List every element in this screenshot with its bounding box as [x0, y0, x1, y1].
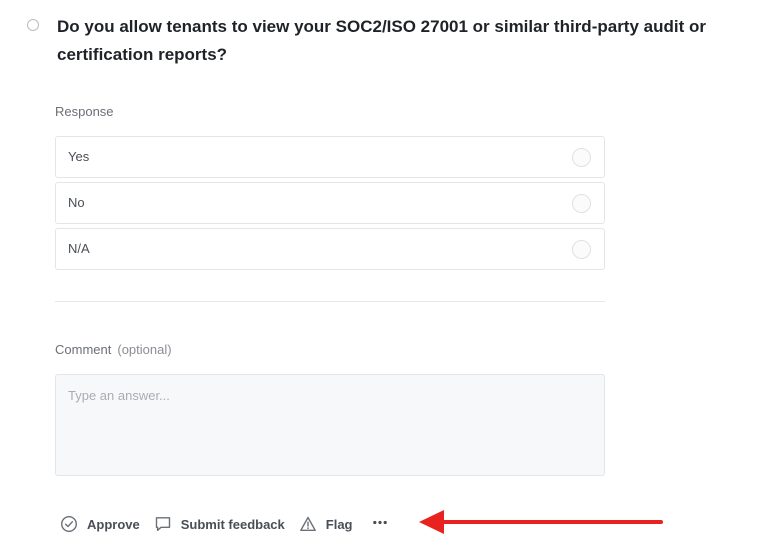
- option-label: Yes: [68, 149, 90, 164]
- radio-button[interactable]: [572, 240, 591, 259]
- comment-label-text: Comment: [55, 342, 112, 357]
- warning-triangle-icon: [299, 515, 317, 533]
- more-options-button[interactable]: [371, 513, 389, 536]
- response-option-na[interactable]: N/A: [55, 228, 605, 270]
- comment-input[interactable]: [55, 374, 605, 476]
- comment-optional-tag: (optional): [117, 342, 172, 357]
- divider: [55, 301, 605, 302]
- submit-feedback-label: Submit feedback: [180, 516, 285, 532]
- radio-button[interactable]: [572, 194, 591, 213]
- action-bar: Approve Submit feedback Flag: [60, 513, 389, 535]
- radio-button[interactable]: [572, 148, 591, 167]
- annotation-arrow-icon: [419, 510, 663, 534]
- option-label: No: [68, 195, 85, 210]
- flag-button[interactable]: Flag: [299, 515, 353, 533]
- option-label: N/A: [68, 241, 90, 256]
- approve-label: Approve: [87, 516, 140, 532]
- submit-feedback-button[interactable]: Submit feedback: [154, 515, 285, 533]
- question-title: Do you allow tenants to view your SOC2/I…: [57, 17, 706, 64]
- comment-bubble-icon: [154, 515, 172, 533]
- approve-button[interactable]: Approve: [60, 515, 140, 533]
- flag-label: Flag: [325, 516, 353, 532]
- response-option-yes[interactable]: Yes: [55, 136, 605, 178]
- response-label: Response: [55, 104, 114, 119]
- comment-label: Comment (optional): [55, 342, 172, 357]
- response-option-no[interactable]: No: [55, 182, 605, 224]
- check-circle-icon: [60, 515, 78, 533]
- more-horizontal-icon: [371, 513, 389, 536]
- question-status-circle: [27, 19, 39, 31]
